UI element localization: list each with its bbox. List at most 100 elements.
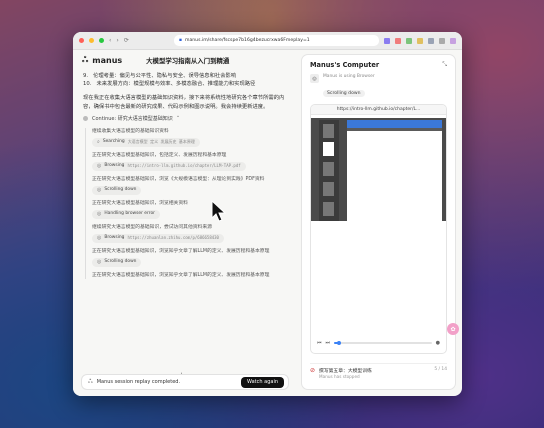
tool-label: Browsing	[104, 163, 125, 169]
extension-icon[interactable]	[395, 37, 401, 44]
current-task[interactable]: ⊘ 撰写第五章：大模型训练 Manus has stopped 5 / 14	[310, 363, 447, 381]
panel-title: Manus's Computer	[310, 61, 380, 69]
extension-icon[interactable]	[384, 37, 390, 44]
stopped-icon: ⊘	[310, 367, 316, 374]
tool-label: Searching	[102, 139, 125, 145]
task-status: Manus has stopped	[319, 374, 360, 379]
address-bar[interactable]: ▪ manus.im/share/fscspe7b16g4bezucrxwa6F…	[173, 35, 379, 46]
list-number: 9.	[83, 73, 89, 79]
forward-icon[interactable]: ›	[116, 37, 118, 44]
step-title: Continue: 研究大语言模型基础知识	[92, 115, 173, 122]
chat-pane: ஃ manus 大模型学习指南从入门到精通 9. 伦理考量：偏见与公平性、隐私与…	[73, 50, 297, 396]
tool-argument: https://zhuanlan.zhihu.com/p/686658430	[127, 235, 219, 241]
extension-icon[interactable]	[417, 37, 423, 44]
step-status-text: 正在研究大语言模型基础知识，浏览知乎文章了解LLM的定义、发展历程和基本原理	[92, 273, 270, 279]
step-status-text: 正在研究大语言模型基础知识，浏览《大规模语言模型：从理论到实践》PDF资料	[92, 177, 265, 183]
page-title: 大模型学习指南从入门到精通	[146, 56, 230, 65]
list-number: 10.	[83, 81, 92, 88]
tool-argument: 大语言模型 定义 发展历史 基本原理	[127, 139, 195, 145]
frame-url: https://intro-llm.github.io/chapter/L...	[311, 105, 446, 115]
step-body: 继续收集大语言模型的基础知识资料 ⌕ Searching 大语言模型 定义 发展历史 …	[85, 128, 287, 280]
agent-action-chip: Scrolling down	[323, 90, 365, 97]
reload-icon[interactable]: ⟳	[124, 37, 129, 44]
tool-call-chip[interactable]: ◎ Scrolling down	[92, 258, 142, 268]
browser-icon: ◎	[97, 235, 102, 242]
step-header[interactable]: Continue: 研究大语言模型基础知识 ˄	[83, 115, 287, 123]
chat-header: ஃ manus 大模型学习指南从入门到精通	[73, 50, 297, 70]
browser-icon: ◎	[97, 163, 102, 170]
skip-back-icon[interactable]: ⏮	[317, 340, 322, 346]
live-indicator-icon: ●	[435, 340, 440, 346]
tool-call-row: ⌕ Searching 大语言模型 定义 发展历史 基本原理	[92, 135, 287, 148]
minimize-window-button[interactable]	[89, 38, 94, 43]
tool-label: Scrolling down	[104, 187, 137, 193]
tool-call-chip[interactable]: ◎ Handling browser error	[92, 210, 160, 220]
tool-call-row: ◎ Scrolling down	[92, 183, 287, 196]
browser-icon: ◎	[97, 211, 102, 218]
pdf-header-band	[347, 120, 442, 128]
tool-label: Scrolling down	[104, 259, 137, 265]
pdf-thumbnail	[323, 162, 334, 176]
step-status-icon	[83, 116, 88, 122]
step-status-text: 正在研究大语言模型基础知识，包括定义、发展历程和基本原理	[92, 153, 227, 159]
browser-window: ‹ › ⟳ ▪ manus.im/share/fscspe7b16g4bezuc…	[73, 32, 462, 396]
step-status-text: 正在研究大语言模型基础知识，浏览相关资料	[92, 201, 188, 207]
list-item: 9. 伦理考量：偏见与公平性、隐私与安全、误导信息和社会影响	[83, 72, 287, 80]
pdf-thumbnail	[323, 124, 334, 138]
extension-icon[interactable]	[439, 37, 445, 44]
tool-call-row: ◎ Browsing https://intro-llm.github.io/cha…	[92, 159, 287, 172]
list-item: 10. 未来发展方向：模型规模与效率、多模态融合、推理能力和实现路径	[83, 80, 287, 88]
assistant-message: 现在我正在收集大语言模型的基础知识资料，接下来将系统性地研究各个章节所需的内容，…	[83, 95, 285, 110]
skip-forward-icon[interactable]: ⏭	[326, 340, 331, 346]
tool-call-row: ◎ Scrolling down	[92, 255, 287, 268]
task-name: 撰写第五章：大模型训练	[319, 369, 372, 374]
tool-call-chip[interactable]: ◎ Browsing https://intro-llm.github.io/cha…	[92, 162, 246, 172]
pdf-page	[347, 120, 442, 221]
watch-again-button[interactable]: Watch again	[240, 376, 284, 388]
step-status-text: 继续研究大语言模型的基础知识，尝试访问其他资料来源	[92, 225, 212, 231]
browser-toolbar: ‹ › ⟳ ▪ manus.im/share/fscspe7b16g4bezuc…	[73, 32, 462, 50]
tool-argument: https://intro-llm.github.io/chapter/LLM-…	[127, 163, 241, 169]
replay-bar: ஃ Manus session replay completed. Watch …	[81, 374, 289, 390]
address-text: manus.im/share/fscspe7b16g4bezucrxwa6Fme…	[184, 38, 310, 43]
pdf-thumbnail-sidebar	[319, 120, 339, 221]
site-icon: ▪	[178, 38, 182, 43]
extension-icon[interactable]	[428, 37, 434, 44]
extension-icon[interactable]	[406, 37, 412, 44]
browser-screenshot	[311, 118, 446, 221]
pdf-thumbnail	[323, 202, 334, 216]
pdf-thumbnail	[323, 182, 334, 196]
collapse-icon[interactable]: ⤡	[442, 61, 447, 69]
replay-status: Manus session replay completed.	[96, 379, 181, 385]
replay-progress-track[interactable]	[334, 341, 432, 345]
tool-label: Browsing	[104, 235, 125, 241]
agent-status-text: Manus is using Browser	[323, 74, 375, 79]
step-status-text: 继续收集大语言模型的基础知识资料	[92, 129, 169, 135]
tool-call-chip[interactable]: ⌕ Searching 大语言模型 定义 发展历史 基本原理	[92, 138, 200, 148]
search-icon: ⌕	[97, 139, 100, 146]
agent-status: ◎ Manus is using Browser Scrolling down	[310, 74, 447, 98]
tool-call-row: ◎ Handling browser error	[92, 207, 287, 220]
step-status-text: 正在研究大语言模型基础知识，浏览知乎文章了解LLM的定义、发展历程和基本原理	[92, 249, 270, 255]
task-count: 5 / 14	[434, 367, 447, 372]
tool-label: Handling browser error	[104, 211, 155, 217]
replay-progress-knob[interactable]	[336, 341, 341, 345]
tool-call-chip[interactable]: ◎ Scrolling down	[92, 186, 142, 196]
browser-icon: ◎	[97, 187, 102, 194]
back-icon[interactable]: ‹	[109, 37, 111, 44]
tool-call-chip[interactable]: ◎ Browsing https://zhuanlan.zhihu.com/p/68…	[92, 234, 224, 244]
manus-logo-icon: ஃ	[82, 55, 89, 64]
list-text: 伦理考量：偏见与公平性、隐私与安全、误导信息和社会影响	[93, 73, 237, 79]
profile-icon[interactable]	[450, 37, 456, 44]
browser-tool-icon: ◎	[310, 74, 319, 83]
feedback-badge-icon[interactable]: ✿	[447, 323, 459, 335]
chevron-up-icon: ˄	[176, 115, 180, 122]
zoom-window-button[interactable]	[99, 38, 104, 43]
close-window-button[interactable]	[79, 38, 84, 43]
mouse-cursor-icon	[211, 200, 227, 222]
pdf-divider	[347, 128, 442, 131]
pdf-thumbnail	[323, 142, 334, 156]
tool-call-row: ◎ Browsing https://zhuanlan.zhihu.com/p/68…	[92, 231, 287, 244]
replay-player: ⏮ ⏭ ●	[317, 339, 440, 347]
brand-name: manus	[92, 55, 123, 65]
